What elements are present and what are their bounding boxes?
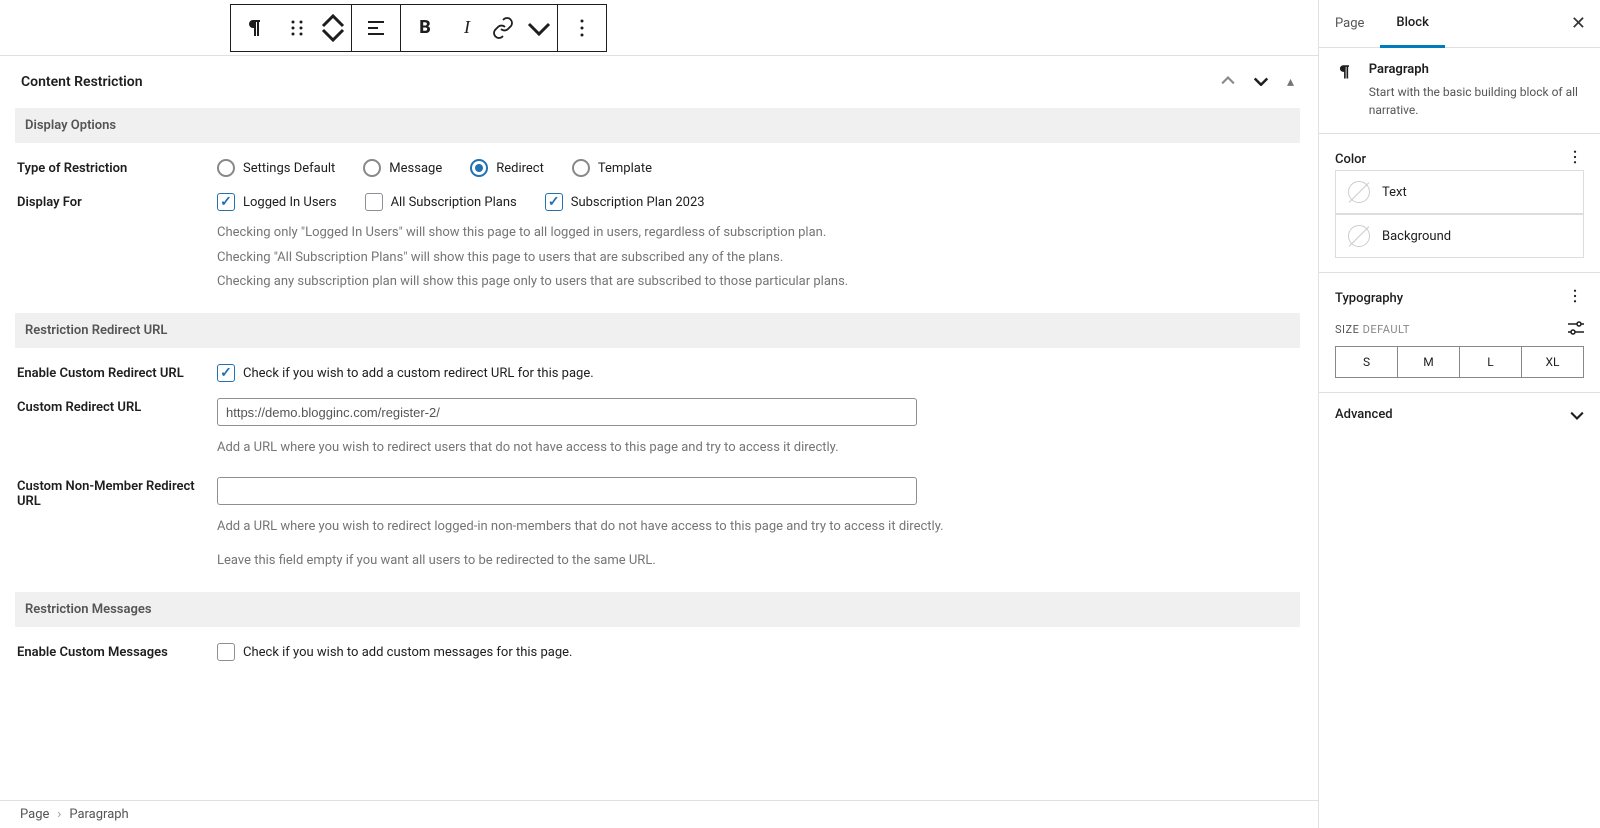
- block-toolbar-row: B I: [0, 0, 1318, 56]
- color-options-icon[interactable]: [1566, 148, 1584, 170]
- close-sidebar-button[interactable]: ✕: [1557, 13, 1600, 34]
- label-enable-messages: Enable Custom Messages: [17, 643, 217, 661]
- advanced-panel-toggle[interactable]: Advanced: [1319, 393, 1600, 436]
- settings-sidebar: Page Block ✕ Paragraph Start with the ba…: [1318, 0, 1600, 828]
- label-enable-redirect: Enable Custom Redirect URL: [17, 364, 217, 382]
- align-button[interactable]: [352, 5, 400, 51]
- color-text-button[interactable]: Text: [1335, 170, 1584, 214]
- section-messages: Restriction Messages: [15, 592, 1300, 627]
- chevron-right-icon: ›: [57, 807, 61, 822]
- typography-title: Typography: [1335, 291, 1403, 306]
- display-for-checks: Logged In Users All Subscription Plans S…: [217, 193, 1300, 211]
- label-type-of-restriction: Type of Restriction: [17, 159, 217, 177]
- size-m[interactable]: M: [1398, 347, 1460, 377]
- color-panel: Color Text Background: [1319, 134, 1600, 273]
- breadcrumb-paragraph[interactable]: Paragraph: [69, 807, 128, 822]
- label-display-for: Display For: [17, 193, 217, 295]
- block-name: Paragraph: [1369, 62, 1584, 77]
- block-description: Paragraph Start with the basic building …: [1319, 48, 1600, 134]
- check-all-plans[interactable]: All Subscription Plans: [365, 193, 517, 211]
- bold-button[interactable]: B: [401, 5, 449, 51]
- more-rich-text-button[interactable]: [521, 5, 557, 51]
- move-up-icon[interactable]: [1221, 74, 1235, 90]
- sidebar-tabs: Page Block ✕: [1319, 0, 1600, 48]
- section-redirect: Restriction Redirect URL: [15, 313, 1300, 348]
- check-logged-in-users[interactable]: Logged In Users: [217, 193, 337, 211]
- size-s[interactable]: S: [1336, 347, 1398, 377]
- size-button-group: S M L XL: [1335, 346, 1584, 378]
- non-member-help: Add a URL where you wish to redirect log…: [217, 515, 1300, 574]
- metabox-header: Content Restriction ▴: [15, 56, 1300, 108]
- paragraph-block-button[interactable]: [231, 5, 279, 51]
- paragraph-icon: [1335, 62, 1355, 86]
- input-redirect-url[interactable]: [217, 398, 917, 426]
- breadcrumb-page[interactable]: Page: [20, 807, 49, 822]
- collapse-up-icon[interactable]: ▴: [1287, 74, 1294, 90]
- toggle-panel-icon[interactable]: [1253, 74, 1269, 90]
- options-button[interactable]: [558, 5, 606, 51]
- typography-options-icon[interactable]: [1566, 287, 1584, 309]
- breadcrumb: Page › Paragraph: [0, 800, 1318, 828]
- color-title: Color: [1335, 152, 1366, 167]
- label-custom-redirect-url: Custom Redirect URL: [17, 398, 217, 461]
- size-xl[interactable]: XL: [1522, 347, 1583, 377]
- move-up-down[interactable]: [315, 5, 351, 51]
- display-for-help: Checking only "Logged In Users" will sho…: [217, 221, 1300, 295]
- check-enable-messages[interactable]: Check if you wish to add custom messages…: [217, 643, 1300, 661]
- tab-page[interactable]: Page: [1319, 0, 1380, 48]
- label-non-member-redirect: Custom Non-Member Redirect URL: [17, 477, 217, 574]
- radio-settings-default[interactable]: Settings Default: [217, 159, 335, 177]
- radio-redirect[interactable]: Redirect: [470, 159, 544, 177]
- drag-handle-icon[interactable]: [279, 5, 315, 51]
- chevron-down-icon: [1570, 410, 1584, 420]
- sliders-icon[interactable]: [1568, 321, 1584, 338]
- color-background-button[interactable]: Background: [1335, 214, 1584, 258]
- typography-panel: Typography SIZE DEFAULT S M L XL: [1319, 273, 1600, 393]
- swatch-empty-icon: [1348, 181, 1370, 203]
- block-toolbar: B I: [230, 4, 607, 52]
- metabox-title: Content Restriction: [21, 74, 143, 90]
- tab-block[interactable]: Block: [1380, 0, 1444, 48]
- size-l[interactable]: L: [1460, 347, 1522, 377]
- redirect-url-help: Add a URL where you wish to redirect use…: [217, 436, 1300, 461]
- input-non-member-url[interactable]: [217, 477, 917, 505]
- check-enable-redirect[interactable]: Check if you wish to add a custom redire…: [217, 364, 1300, 382]
- block-desc: Start with the basic building block of a…: [1369, 83, 1584, 119]
- link-button[interactable]: [485, 5, 521, 51]
- radio-template[interactable]: Template: [572, 159, 652, 177]
- check-plan-2023[interactable]: Subscription Plan 2023: [545, 193, 705, 211]
- italic-button[interactable]: I: [449, 5, 485, 51]
- section-display-options: Display Options: [15, 108, 1300, 143]
- swatch-empty-icon: [1348, 225, 1370, 247]
- radio-message[interactable]: Message: [363, 159, 442, 177]
- restriction-type-radios: Settings Default Message Redirect Templa…: [217, 159, 1300, 177]
